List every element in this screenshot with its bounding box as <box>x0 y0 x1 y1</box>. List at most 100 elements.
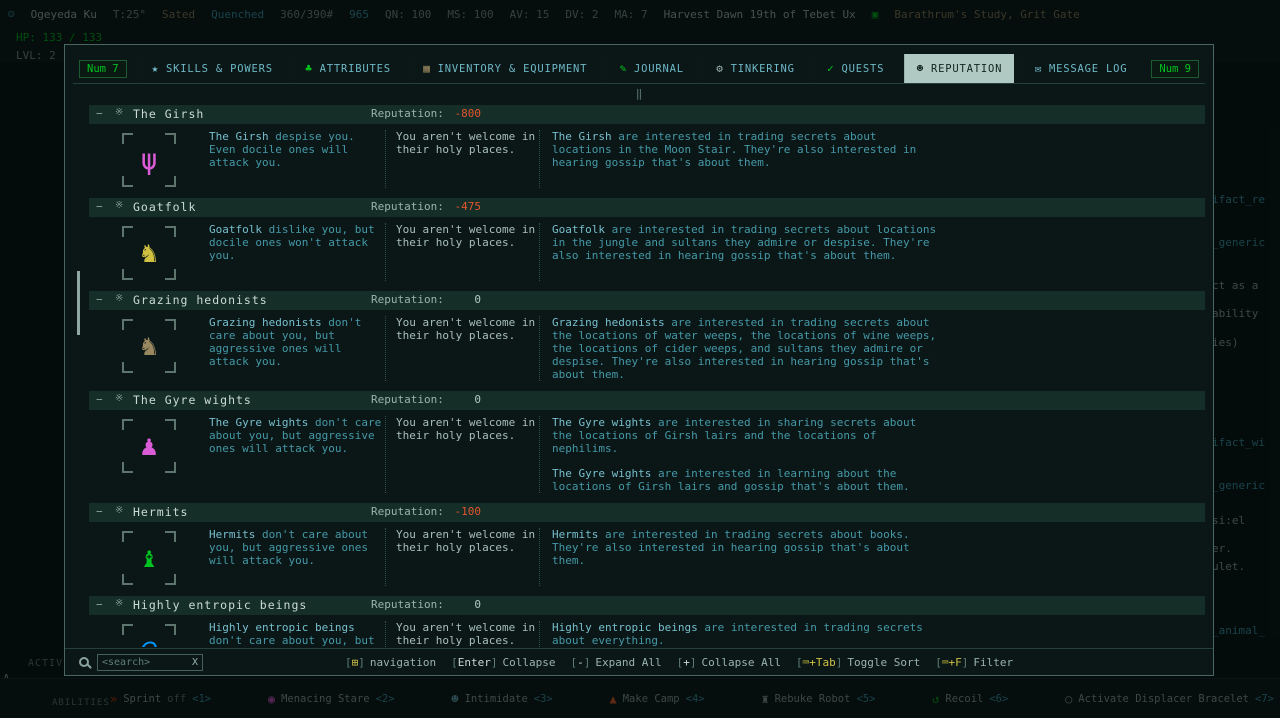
faction-welcome-text: You aren't welcome in their holy places. <box>385 130 539 188</box>
tab-attributes[interactable]: ♣ ATTRIBUTES <box>292 54 403 83</box>
tab-label: SKILLS & POWERS <box>166 63 273 75</box>
search-clear-button[interactable]: X <box>192 657 198 668</box>
hint-expand-all: - Expand All <box>571 656 662 669</box>
faction-header[interactable]: − ※ Grazing hedonists Reputation: 0 <box>89 291 1205 310</box>
tab-tinkering[interactable]: ⚙ TINKERING <box>703 54 807 83</box>
reputation-value: 0 <box>425 393 481 406</box>
collapse-icon[interactable]: − <box>96 293 103 306</box>
faction-details: @ Highly entropic beings don't care abou… <box>89 615 1205 647</box>
faction-sprite: ψ <box>141 146 158 174</box>
journal-icon: ✎ <box>620 62 627 75</box>
faction-name-highlight: Goatfolk <box>209 223 262 236</box>
faction-heraldry-icon: ※ <box>115 505 123 516</box>
search-input[interactable] <box>102 657 192 668</box>
faction-interests: Grazing hedonists are interested in trad… <box>539 316 937 381</box>
faction-name: The Girsh <box>133 107 204 121</box>
scroll-handle-icon[interactable]: ‖ <box>636 87 643 100</box>
collapse-icon[interactable]: − <box>96 505 103 518</box>
interest-paragraph: Hermits are interested in trading secret… <box>552 528 937 567</box>
hint-toggle-sort: ⌨+Tab Toggle Sort <box>796 656 920 669</box>
character-sheet-window: Num 7 ★ SKILLS & POWERS ♣ ATTRIBUTES ▦ I… <box>64 44 1214 676</box>
interest-paragraph: The Gyre wights are interested in sharin… <box>552 416 937 455</box>
faction-header[interactable]: > − ※ The Girsh Reputation: -800 <box>89 105 1205 124</box>
sprite-frame: @ <box>122 624 176 647</box>
window-footer: X ⊞ navigation Enter Collapse - Expand A… <box>65 648 1213 675</box>
hint-label: navigation <box>370 656 436 669</box>
faction-name: The Gyre wights <box>133 393 252 407</box>
enter-key: Enter <box>451 656 497 669</box>
tab-label: REPUTATION <box>931 63 1002 75</box>
faction-welcome-text: You aren't welcome in their holy places. <box>385 223 539 281</box>
faction-name-highlight: Hermits <box>552 528 598 541</box>
reputation-value: -100 <box>425 505 481 518</box>
keybind-hints: ⊞ navigation Enter Collapse - Expand All… <box>345 649 1013 675</box>
faction-interests: Highly entropic beings are interested in… <box>539 621 937 647</box>
faction-interests: Goatfolk are interested in trading secre… <box>539 223 937 281</box>
faction-sprite-cell: @ <box>89 621 209 647</box>
interest-text: are interested in trading secrets about … <box>552 223 936 262</box>
faction-header[interactable]: − ※ The Gyre wights Reputation: 0 <box>89 391 1205 410</box>
reputation-value: 0 <box>425 293 481 306</box>
collapse-icon[interactable]: − <box>96 393 103 406</box>
faction-name-highlight: Hermits <box>209 528 255 541</box>
inventory-icon: ▦ <box>423 62 430 75</box>
collapse-icon[interactable]: − <box>96 200 103 213</box>
tab-inventory-equipment[interactable]: ▦ INVENTORY & EQUIPMENT <box>410 54 599 83</box>
hint-collapse: Enter Collapse <box>451 656 555 669</box>
faction-section: − ※ Goatfolk Reputation: -475 ♞ Goatfolk… <box>89 198 1205 283</box>
faction-name-highlight: Highly entropic beings <box>552 621 698 634</box>
tab-label: TINKERING <box>731 63 795 75</box>
tab-skills-powers[interactable]: ★ SKILLS & POWERS <box>139 54 285 83</box>
faction-header[interactable]: − ※ Hermits Reputation: -100 <box>89 503 1205 522</box>
faction-section: − ※ The Gyre wights Reputation: 0 ♟ The … <box>89 391 1205 495</box>
faction-feelings: Hermits don't care about you, but aggres… <box>209 528 385 586</box>
faction-details: ♝ Hermits don't care about you, but aggr… <box>89 522 1205 588</box>
tab-message-log[interactable]: ✉ MESSAGE LOG <box>1022 54 1140 83</box>
collapse-icon[interactable]: − <box>96 107 103 120</box>
faction-feelings: Goatfolk dislike you, but docile ones wo… <box>209 223 385 281</box>
faction-section: − ※ Hermits Reputation: -100 ♝ Hermits d… <box>89 503 1205 588</box>
sprite-frame: ♟ <box>122 419 176 473</box>
interest-paragraph: Grazing hedonists are interested in trad… <box>552 316 937 381</box>
tab-journal[interactable]: ✎ JOURNAL <box>607 54 696 83</box>
keyboard-tab-key-icon: ⌨+Tab <box>796 656 842 669</box>
faction-header[interactable]: − ※ Goatfolk Reputation: -475 <box>89 198 1205 217</box>
faction-name: Hermits <box>133 505 188 519</box>
faction-section: − ※ Grazing hedonists Reputation: 0 ♞ Gr… <box>89 291 1205 383</box>
faction-sprite-cell: ♟ <box>89 416 209 493</box>
faction-feelings: Highly entropic beings don't care about … <box>209 621 385 647</box>
tab-reputation[interactable]: ☻ REPUTATION <box>904 54 1015 83</box>
faction-section: − ※ Highly entropic beings Reputation: 0… <box>89 596 1205 647</box>
faction-interests: The Girsh are interested in trading secr… <box>539 130 937 188</box>
search-icon <box>79 657 89 667</box>
interest-paragraph: The Gyre wights are interested in learni… <box>552 467 937 493</box>
faction-heraldry-icon: ※ <box>115 107 123 118</box>
hint-label: Filter <box>973 656 1013 669</box>
reputation-value: 0 <box>425 598 481 611</box>
faction-name-highlight: The Girsh <box>552 130 612 143</box>
search-box: X <box>97 654 203 671</box>
scrollbar-thumb[interactable] <box>77 271 80 335</box>
faction-header[interactable]: − ※ Highly entropic beings Reputation: 0 <box>89 596 1205 615</box>
faction-details: ♟ The Gyre wights don't care about you, … <box>89 410 1205 495</box>
faction-section: > − ※ The Girsh Reputation: -800 ψ The G… <box>89 105 1205 190</box>
tab-label: QUESTS <box>842 63 885 75</box>
faction-sprite-cell: ♞ <box>89 223 209 281</box>
minus-key: - <box>571 656 591 669</box>
interest-paragraph: The Girsh are interested in trading secr… <box>552 130 937 169</box>
collapse-icon[interactable]: − <box>96 598 103 611</box>
faction-sprite-cell: ψ <box>89 130 209 188</box>
faction-feelings: Grazing hedonists don't care about you, … <box>209 316 385 381</box>
faction-heraldry-icon: ※ <box>115 200 123 211</box>
faction-name-highlight: Highly entropic beings <box>209 621 355 634</box>
tab-quests[interactable]: ✓ QUESTS <box>814 54 896 83</box>
reputation-value: -800 <box>425 107 481 120</box>
faction-details: ψ The Girsh despise you. Even docile one… <box>89 124 1205 190</box>
faction-welcome-text: You aren't welcome in their holy places. <box>385 316 539 381</box>
tabs: ★ SKILLS & POWERS ♣ ATTRIBUTES ▦ INVENTO… <box>133 54 1146 83</box>
hint-label: Expand All <box>595 656 661 669</box>
faction-sprite: ♟ <box>141 432 158 460</box>
tab-label: INVENTORY & EQUIPMENT <box>438 63 588 75</box>
plus-key: + <box>677 656 697 669</box>
prev-tab-key-badge: Num 7 <box>79 60 127 78</box>
